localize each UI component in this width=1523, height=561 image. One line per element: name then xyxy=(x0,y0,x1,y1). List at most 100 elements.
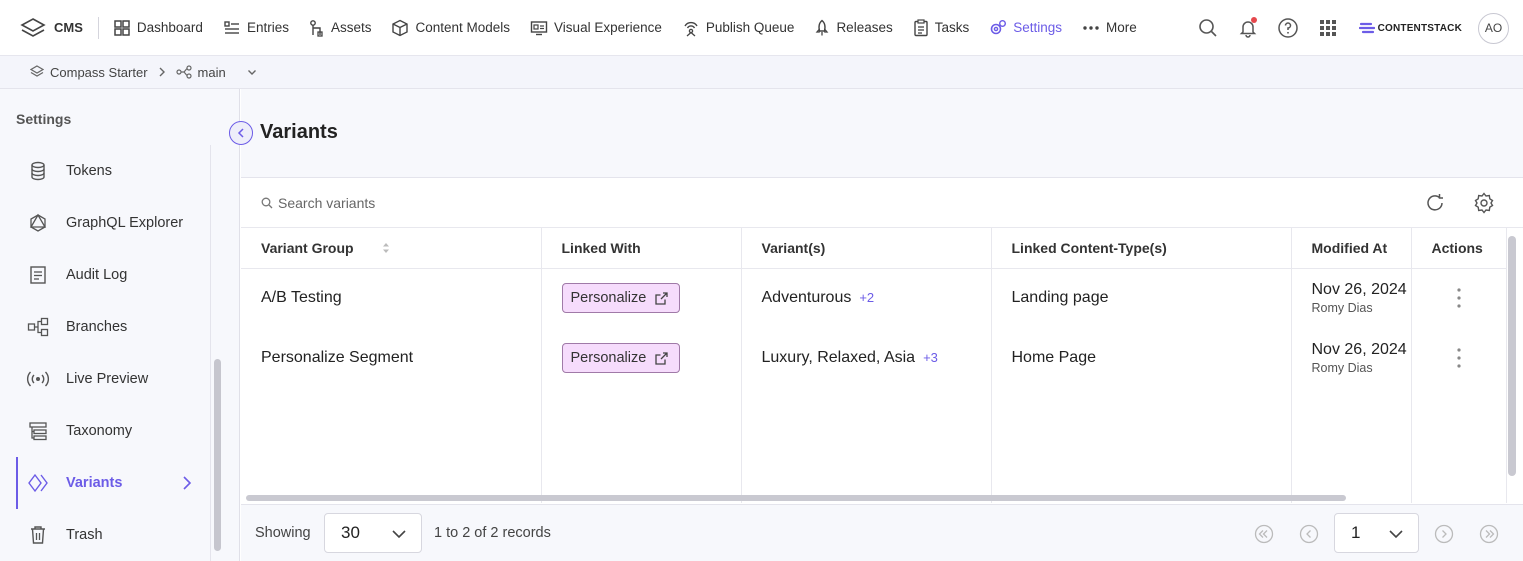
nav-publish-queue-label: Publish Queue xyxy=(705,20,795,35)
sidebar-item-branches[interactable]: Branches xyxy=(16,301,210,353)
modified-at-cell: Nov 26, 2024 Romy Dias xyxy=(1291,328,1412,388)
nav-tasks[interactable]: Tasks xyxy=(913,18,969,37)
chevron-down-icon xyxy=(1389,530,1403,539)
page-size-select[interactable]: 30 xyxy=(324,513,422,553)
sidebar-item-label: Variants xyxy=(66,475,123,491)
notifications-button[interactable] xyxy=(1235,15,1261,41)
table-horizontal-scrollbar[interactable] xyxy=(246,495,1346,501)
chevron-right-icon xyxy=(159,67,165,77)
sidebar-item-graphql-explorer[interactable]: GraphQL Explorer xyxy=(16,197,210,249)
branch-icon xyxy=(175,65,192,79)
breadcrumb-stack-label: Compass Starter xyxy=(50,64,148,80)
collapse-sidebar-button[interactable] xyxy=(229,121,253,145)
modified-user: Romy Dias xyxy=(1311,361,1373,375)
table-row[interactable]: Personalize Segment Personalize Luxury, … xyxy=(241,328,1507,388)
personalize-link[interactable]: Personalize xyxy=(561,343,681,373)
database-icon xyxy=(31,161,45,181)
modified-user: Romy Dias xyxy=(1311,301,1373,316)
avatar[interactable]: AO xyxy=(1478,12,1509,44)
cube-icon xyxy=(392,19,409,36)
taxonomy-icon xyxy=(29,422,47,441)
table-row[interactable]: A/B Testing Personalize Adventurous +2 La… xyxy=(241,268,1507,328)
nav-settings[interactable]: Settings xyxy=(989,19,1062,37)
nav-dashboard[interactable]: Dashboard xyxy=(113,19,203,37)
search-bar xyxy=(241,178,1523,228)
variant-names: Adventurous xyxy=(761,289,852,307)
cms-brand[interactable]: CMS xyxy=(20,17,83,39)
table-vertical-scrollbar[interactable] xyxy=(1508,236,1516,476)
variants-cell: Adventurous +2 xyxy=(741,268,992,328)
page-number-select[interactable]: 1 xyxy=(1334,513,1419,553)
trash-icon xyxy=(31,526,45,544)
variants-table: Variant Group Linked With Variant(s) Lin… xyxy=(241,228,1507,503)
sidebar-item-label: Trash xyxy=(66,527,103,543)
sidebar-item-live-preview[interactable]: Live Preview xyxy=(16,353,210,405)
refresh-icon[interactable] xyxy=(1424,192,1446,214)
nav-content-models[interactable]: Content Models xyxy=(391,19,510,37)
nav-visual-experience[interactable]: Visual Experience xyxy=(530,20,662,36)
apps-button[interactable] xyxy=(1315,15,1341,41)
linked-with-cell: Personalize xyxy=(541,328,742,388)
content-type-cell: Home Page xyxy=(991,328,1292,388)
showing-label: Showing xyxy=(255,525,311,541)
variants-icon xyxy=(28,473,48,493)
contentstack-logo-text: CONTENTSTACK xyxy=(1377,22,1462,34)
sidebar-item-audit-log[interactable]: Audit Log xyxy=(16,249,210,301)
sidebar-item-tokens[interactable]: Tokens xyxy=(16,145,210,197)
empty-table-space xyxy=(241,388,1507,503)
chevron-right-icon xyxy=(183,476,192,490)
last-page-icon[interactable] xyxy=(1479,524,1499,544)
chevron-down-icon xyxy=(392,530,406,539)
more-variants-link[interactable]: +2 xyxy=(859,290,874,305)
variants-cell: Luxury, Relaxed, Asia +3 xyxy=(741,328,992,388)
column-header-modified-at: Modified At xyxy=(1291,228,1412,269)
row-actions-button[interactable] xyxy=(1412,287,1506,309)
dashboard-icon xyxy=(114,19,130,36)
breadcrumb-branch[interactable]: main xyxy=(175,65,264,80)
page-number-value: 1 xyxy=(1351,523,1361,542)
actions-cell xyxy=(1411,328,1507,388)
top-nav: CMS Dashboard Entries Assets Content Mod… xyxy=(0,0,1523,56)
previous-page-icon[interactable] xyxy=(1299,524,1319,544)
nav-more[interactable]: More xyxy=(1082,19,1137,37)
pagination-footer: Showing 30 1 to 2 of 2 records 1 xyxy=(241,504,1523,561)
kebab-menu-icon xyxy=(1456,288,1461,308)
nav-entries[interactable]: Entries xyxy=(223,19,289,37)
row-actions-button[interactable] xyxy=(1412,347,1506,369)
variant-group-cell[interactable]: Personalize Segment xyxy=(241,328,542,388)
variants-panel: Variant Group Linked With Variant(s) Lin… xyxy=(241,177,1523,504)
nav-publish-queue[interactable]: Publish Queue xyxy=(682,19,795,37)
sort-icon[interactable] xyxy=(381,241,391,255)
nav-releases[interactable]: Releases xyxy=(814,19,893,37)
grid-icon xyxy=(1319,20,1336,36)
sidebar-item-taxonomy[interactable]: Taxonomy xyxy=(16,405,210,457)
first-page-icon[interactable] xyxy=(1254,524,1274,544)
modified-date: Nov 26, 2024 xyxy=(1311,281,1407,299)
sidebar-scrollbar[interactable] xyxy=(214,359,221,551)
breadcrumb-stack[interactable]: Compass Starter xyxy=(30,65,148,80)
settings-gear-icon[interactable] xyxy=(1473,192,1495,214)
tasks-icon xyxy=(914,18,928,36)
content-type-cell: Landing page xyxy=(991,268,1292,328)
sidebar-item-label: Branches xyxy=(66,319,128,335)
variant-group-cell[interactable]: A/B Testing xyxy=(241,268,542,328)
modified-date: Nov 26, 2024 xyxy=(1311,341,1407,358)
sidebar-item-trash[interactable]: Trash xyxy=(16,509,210,561)
search-input[interactable] xyxy=(278,192,778,214)
personalize-link[interactable]: Personalize xyxy=(561,283,681,314)
sidebar-item-variants[interactable]: Variants xyxy=(16,457,210,509)
column-header-variant-group[interactable]: Variant Group xyxy=(241,228,542,269)
sidebar-item-label: Tokens xyxy=(66,163,112,179)
sidebar-item-label: Taxonomy xyxy=(66,423,133,439)
visual-experience-icon xyxy=(530,20,548,35)
sidebar-title: Settings xyxy=(16,111,72,127)
search-icon xyxy=(1198,19,1217,37)
more-variants-link[interactable]: +3 xyxy=(923,350,938,365)
column-header-label: Variant Group xyxy=(261,239,354,256)
nav-assets[interactable]: Assets xyxy=(309,19,371,37)
search-button[interactable] xyxy=(1195,15,1221,41)
next-page-icon[interactable] xyxy=(1434,524,1454,544)
nav-settings-label: Settings xyxy=(1013,20,1063,35)
variant-names: Luxury, Relaxed, Asia xyxy=(761,349,916,366)
help-button[interactable] xyxy=(1275,15,1301,41)
